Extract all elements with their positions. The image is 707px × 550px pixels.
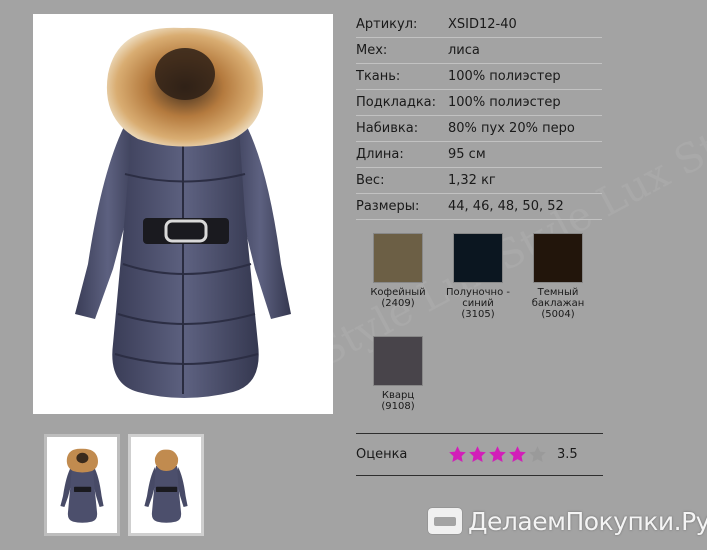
thumbnail-front[interactable]	[44, 434, 120, 536]
spec-row-filling: Набивка: 80% пух 20% перо	[356, 116, 602, 142]
spec-value: 44, 46, 48, 50, 52	[448, 199, 564, 214]
wallet-icon	[428, 508, 462, 534]
spec-value: XSID12-40	[448, 17, 517, 32]
color-option-midnight-blue[interactable]: Полуночно - синий (3105)	[433, 233, 523, 320]
spec-row-lining: Подкладка: 100% полиэстер	[356, 90, 602, 116]
coat-front-thumb	[60, 448, 104, 523]
color-chip[interactable]	[533, 233, 583, 283]
rating-value: 3.5	[557, 447, 578, 462]
spec-label: Подкладка:	[356, 95, 437, 110]
spec-value: 100% полиэстер	[448, 95, 561, 110]
spec-label: Вес:	[356, 173, 385, 188]
star-icon[interactable]	[468, 445, 487, 464]
color-option-dark-eggplant[interactable]: Темный баклажан (5004)	[513, 233, 603, 320]
spec-label: Мех:	[356, 43, 388, 58]
color-name: Кофейный (2409)	[370, 287, 426, 309]
rating-bar: Оценка 3.5	[356, 433, 603, 476]
spec-value: 95 см	[448, 147, 486, 162]
spec-value: лиса	[448, 43, 480, 58]
color-chip[interactable]	[453, 233, 503, 283]
spec-table: Артикул: XSID12-40 Мех: лиса Ткань: 100%…	[356, 12, 602, 220]
spec-label: Длина:	[356, 147, 404, 162]
color-name: Темный баклажан (5004)	[531, 287, 585, 320]
spec-row-length: Длина: 95 см	[356, 142, 602, 168]
color-option-quartz[interactable]: Кварц (9108)	[353, 336, 443, 412]
star-icon[interactable]	[448, 445, 467, 464]
spec-label: Размеры:	[356, 199, 420, 214]
color-chip[interactable]	[373, 233, 423, 283]
brand-logo: ДелаемПокупки.Ру	[428, 505, 707, 537]
coat-front-icon	[75, 27, 291, 398]
rating-stars[interactable]	[448, 445, 547, 464]
spec-row-sizes: Размеры: 44, 46, 48, 50, 52	[356, 194, 602, 220]
spec-row-fabric: Ткань: 100% полиэстер	[356, 64, 602, 90]
star-icon[interactable]	[488, 445, 507, 464]
color-option-coffee[interactable]: Кофейный (2409)	[353, 233, 443, 309]
spec-label: Артикул:	[356, 17, 418, 32]
color-chip[interactable]	[373, 336, 423, 386]
product-main-image[interactable]	[33, 14, 333, 414]
spec-value: 1,32 кг	[448, 173, 496, 188]
spec-value: 100% полиэстер	[448, 69, 561, 84]
color-name: Кварц (9108)	[381, 390, 415, 412]
spec-label: Набивка:	[356, 121, 419, 136]
spec-value: 80% пух 20% перо	[448, 121, 575, 136]
brand-text: ДелаемПокупки.Ру	[468, 506, 707, 536]
star-icon[interactable]	[508, 445, 527, 464]
spec-row-weight: Вес: 1,32 кг	[356, 168, 602, 194]
star-icon[interactable]	[528, 445, 547, 464]
thumbnail-back[interactable]	[128, 434, 204, 536]
coat-back-thumb	[144, 449, 188, 523]
color-name: Полуночно - синий (3105)	[446, 287, 510, 320]
rating-label: Оценка	[356, 447, 408, 462]
spec-label: Ткань:	[356, 69, 401, 84]
spec-row-fur: Мех: лиса	[356, 38, 602, 64]
spec-row-article: Артикул: XSID12-40	[356, 12, 602, 38]
